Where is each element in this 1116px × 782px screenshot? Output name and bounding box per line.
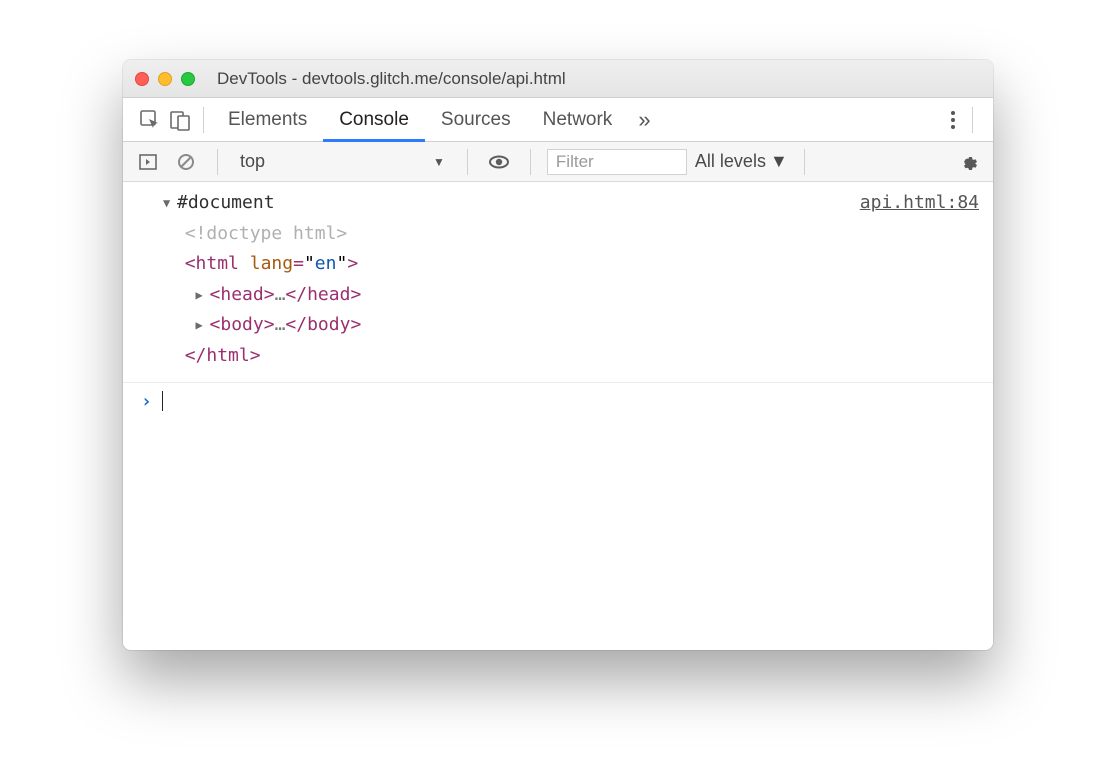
- divider: [804, 149, 805, 175]
- prompt-caret-icon: ›: [141, 391, 152, 412]
- console-output: api.html:84 ▼#document <!doctype html> <…: [123, 182, 993, 650]
- clear-console-icon[interactable]: [171, 152, 201, 172]
- chevron-down-icon: ▼: [433, 155, 445, 169]
- divider: [972, 107, 973, 133]
- main-menu-icon[interactable]: [940, 109, 966, 131]
- divider: [530, 149, 531, 175]
- document-node[interactable]: #document: [177, 192, 275, 213]
- tab-sources[interactable]: Sources: [425, 98, 527, 141]
- head-tag[interactable]: head: [220, 284, 263, 305]
- html-tag[interactable]: html: [196, 253, 239, 274]
- window-controls: [135, 72, 195, 86]
- expand-icon[interactable]: ▶: [196, 315, 210, 335]
- tabs-overflow-icon[interactable]: »: [628, 107, 660, 133]
- console-entry[interactable]: api.html:84 ▼#document <!doctype html> <…: [123, 182, 993, 383]
- context-selector[interactable]: top ▼: [234, 151, 451, 172]
- console-toolbar: top ▼ All levels ▼: [123, 142, 993, 182]
- maximize-icon[interactable]: [181, 72, 195, 86]
- log-levels-label: All levels: [695, 151, 766, 172]
- expand-icon[interactable]: ▶: [196, 285, 210, 305]
- inspect-element-icon[interactable]: [135, 109, 165, 131]
- divider: [217, 149, 218, 175]
- device-toolbar-icon[interactable]: [165, 109, 195, 131]
- minimize-icon[interactable]: [158, 72, 172, 86]
- body-tag[interactable]: body: [220, 314, 263, 335]
- divider: [203, 107, 204, 133]
- collapse-icon[interactable]: ▼: [163, 193, 177, 213]
- console-settings-icon[interactable]: [953, 152, 983, 172]
- tab-elements[interactable]: Elements: [212, 98, 323, 141]
- live-expression-icon[interactable]: [484, 151, 514, 173]
- tab-console[interactable]: Console: [323, 99, 425, 142]
- close-icon[interactable]: [135, 72, 149, 86]
- context-selector-label: top: [240, 151, 265, 172]
- chevron-down-icon: ▼: [770, 151, 788, 172]
- console-prompt[interactable]: ›: [123, 383, 993, 420]
- text-cursor: [162, 391, 164, 411]
- titlebar: DevTools - devtools.glitch.me/console/ap…: [123, 60, 993, 98]
- panel-tabs: Elements Console Sources Network »: [123, 98, 993, 142]
- source-link[interactable]: api.html:84: [860, 188, 979, 219]
- tab-network[interactable]: Network: [527, 98, 629, 141]
- log-levels-selector[interactable]: All levels ▼: [695, 151, 788, 172]
- divider: [467, 149, 468, 175]
- devtools-window: DevTools - devtools.glitch.me/console/ap…: [123, 60, 993, 650]
- toggle-sidebar-icon[interactable]: [133, 152, 163, 172]
- dom-tree[interactable]: ▼#document <!doctype html> <html lang="e…: [163, 188, 981, 372]
- window-title: DevTools - devtools.glitch.me/console/ap…: [213, 69, 981, 89]
- doctype-node: <!doctype html>: [185, 223, 348, 244]
- filter-input[interactable]: [547, 149, 687, 175]
